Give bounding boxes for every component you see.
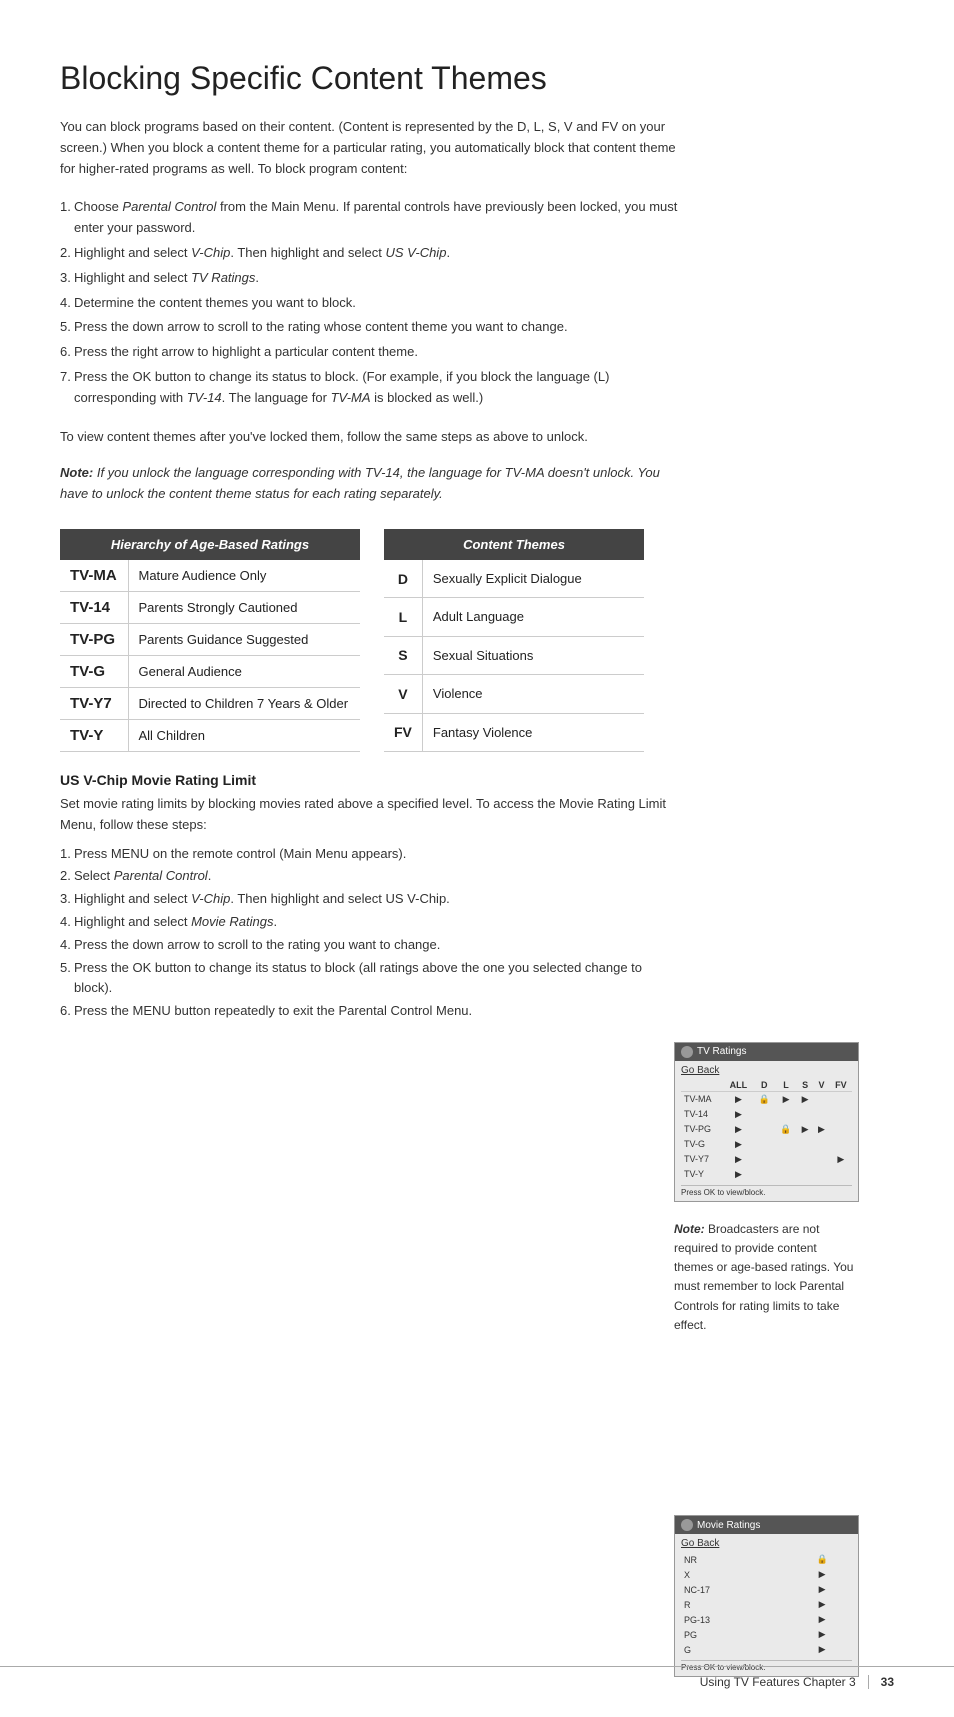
table-row: TV-Y All Children bbox=[60, 719, 360, 751]
movie-widget-title: Movie Ratings bbox=[697, 1520, 760, 1531]
theme-code: V bbox=[384, 675, 422, 713]
list-item: 1. Press MENU on the remote control (Mai… bbox=[60, 844, 680, 865]
footer-chapter: Chapter 3 bbox=[803, 1675, 856, 1689]
table-row: TV-Y ▶ bbox=[681, 1167, 852, 1182]
steps-list: 1. Choose Parental Control from the Main… bbox=[60, 197, 680, 408]
widget-table: ALL D L S V FV TV-MA ▶ 🔒 bbox=[681, 1079, 852, 1182]
movie-steps-list: 1. Press MENU on the remote control (Mai… bbox=[60, 844, 680, 1022]
rating-code: TV-Y bbox=[60, 719, 128, 751]
hierarchy-table-header: Hierarchy of Age-Based Ratings bbox=[60, 529, 360, 560]
rating-code: TV-Y7 bbox=[60, 687, 128, 719]
list-item: 5. Press the down arrow to scroll to the… bbox=[60, 317, 680, 338]
intro-paragraph: You can block programs based on their co… bbox=[60, 117, 680, 179]
movie-widget-go-back: Go Back bbox=[681, 1538, 852, 1549]
widget-title: TV Ratings bbox=[697, 1046, 746, 1057]
footer-text: Using TV Features Chapter 3 33 bbox=[700, 1675, 894, 1689]
theme-code: L bbox=[384, 598, 422, 636]
rating-desc: General Audience bbox=[128, 655, 360, 687]
content-themes-table: Content Themes D Sexually Explicit Dialo… bbox=[384, 529, 644, 752]
theme-desc: Adult Language bbox=[422, 598, 644, 636]
table-row: G ▶ bbox=[681, 1642, 852, 1657]
list-item: 4. Determine the content themes you want… bbox=[60, 293, 680, 314]
us-vchip-intro: Set movie rating limits by blocking movi… bbox=[60, 794, 680, 836]
widget-title-bar: TV Ratings bbox=[675, 1043, 858, 1061]
theme-desc: Sexual Situations bbox=[422, 636, 644, 674]
theme-code: S bbox=[384, 636, 422, 674]
table-row: TV-MA Mature Audience Only bbox=[60, 560, 360, 592]
theme-desc: Fantasy Violence bbox=[422, 713, 644, 751]
movie-ratings-widget: Movie Ratings Go Back NR 🔒 X ▶ bbox=[674, 1515, 859, 1677]
table-row: TV-G General Audience bbox=[60, 655, 360, 687]
rating-code: TV-MA bbox=[60, 560, 128, 592]
sidebar: TV Ratings Go Back ALL D L S V FV bbox=[674, 1032, 894, 1677]
widget-go-back: Go Back bbox=[681, 1065, 852, 1076]
table-row: FV Fantasy Violence bbox=[384, 713, 644, 751]
theme-desc: Sexually Explicit Dialogue bbox=[422, 560, 644, 598]
footer-using: Using TV Features bbox=[700, 1675, 800, 1689]
table-row: PG ▶ bbox=[681, 1627, 852, 1642]
theme-code: FV bbox=[384, 713, 422, 751]
list-item: 6. Press the MENU button repeatedly to e… bbox=[60, 1001, 680, 1022]
table-row: PG-13 ▶ bbox=[681, 1612, 852, 1627]
table-row: TV-PG Parents Guidance Suggested bbox=[60, 623, 360, 655]
table-row: TV-Y7 ▶ ▶ bbox=[681, 1152, 852, 1167]
movie-widget-title-bar: Movie Ratings bbox=[675, 1516, 858, 1534]
movie-widget-icon bbox=[681, 1519, 693, 1531]
rating-desc: Directed to Children 7 Years & Older bbox=[128, 687, 360, 719]
footer-page-number: 33 bbox=[868, 1675, 894, 1689]
list-item: 1. Choose Parental Control from the Main… bbox=[60, 197, 680, 239]
rating-desc: Mature Audience Only bbox=[128, 560, 360, 592]
table-row: D Sexually Explicit Dialogue bbox=[384, 560, 644, 598]
list-item: 3. Highlight and select V-Chip. Then hig… bbox=[60, 889, 680, 910]
rating-desc: Parents Guidance Suggested bbox=[128, 623, 360, 655]
table-row: V Violence bbox=[384, 675, 644, 713]
table-row: TV-PG ▶ 🔒 ▶ ▶ bbox=[681, 1122, 852, 1137]
list-item: 4. Highlight and select Movie Ratings. bbox=[60, 912, 680, 933]
rating-desc: Parents Strongly Cautioned bbox=[128, 591, 360, 623]
content-themes-table-header: Content Themes bbox=[384, 529, 644, 560]
movie-widget-table: NR 🔒 X ▶ NC-17 ▶ R ▶ bbox=[681, 1552, 852, 1657]
page-title: Blocking Specific Content Themes bbox=[60, 60, 680, 97]
rating-code: TV-14 bbox=[60, 591, 128, 623]
table-row: X ▶ bbox=[681, 1567, 852, 1582]
table-row: TV-MA ▶ 🔒 ▶ ▶ bbox=[681, 1091, 852, 1107]
list-item: 2. Highlight and select V-Chip. Then hig… bbox=[60, 243, 680, 264]
note-paragraph: Note: If you unlock the language corresp… bbox=[60, 463, 680, 505]
list-item: 6. Press the right arrow to highlight a … bbox=[60, 342, 680, 363]
widget-body: Go Back ALL D L S V FV bbox=[675, 1061, 858, 1201]
list-item: 4. Press the down arrow to scroll to the… bbox=[60, 935, 680, 956]
theme-code: D bbox=[384, 560, 422, 598]
theme-desc: Violence bbox=[422, 675, 644, 713]
unlock-paragraph: To view content themes after you've lock… bbox=[60, 427, 680, 448]
table-row: TV-14 ▶ bbox=[681, 1107, 852, 1122]
table-row: TV-Y7 Directed to Children 7 Years & Old… bbox=[60, 687, 360, 719]
table-row: NR 🔒 bbox=[681, 1552, 852, 1567]
widget-icon bbox=[681, 1046, 693, 1058]
table-row: R ▶ bbox=[681, 1597, 852, 1612]
tables-section: Hierarchy of Age-Based Ratings TV-MA Mat… bbox=[60, 529, 680, 752]
table-row: NC-17 ▶ bbox=[681, 1582, 852, 1597]
rating-code: TV-PG bbox=[60, 623, 128, 655]
list-item: 7. Press the OK button to change its sta… bbox=[60, 367, 680, 409]
table-row: S Sexual Situations bbox=[384, 636, 644, 674]
us-vchip-title: US V-Chip Movie Rating Limit bbox=[60, 772, 680, 788]
footer: Using TV Features Chapter 3 33 bbox=[0, 1666, 954, 1689]
rating-desc: All Children bbox=[128, 719, 360, 751]
table-row: TV-14 Parents Strongly Cautioned bbox=[60, 591, 360, 623]
hierarchy-table: Hierarchy of Age-Based Ratings TV-MA Mat… bbox=[60, 529, 360, 752]
rating-code: TV-G bbox=[60, 655, 128, 687]
list-item: 2. Select Parental Control. bbox=[60, 866, 680, 887]
us-vchip-section: US V-Chip Movie Rating Limit Set movie r… bbox=[60, 772, 680, 1022]
widget-press-ok: Press OK to view/block. bbox=[681, 1185, 852, 1197]
list-item: 5. Press the OK button to change its sta… bbox=[60, 958, 680, 1000]
list-item: 3. Highlight and select TV Ratings. bbox=[60, 268, 680, 289]
sidebar-note: Note: Broadcasters are not required to p… bbox=[674, 1220, 859, 1335]
movie-widget-body: Go Back NR 🔒 X ▶ NC-17 ▶ bbox=[675, 1534, 858, 1676]
table-row: TV-G ▶ bbox=[681, 1137, 852, 1152]
table-row: L Adult Language bbox=[384, 598, 644, 636]
tv-ratings-widget: TV Ratings Go Back ALL D L S V FV bbox=[674, 1042, 859, 1202]
